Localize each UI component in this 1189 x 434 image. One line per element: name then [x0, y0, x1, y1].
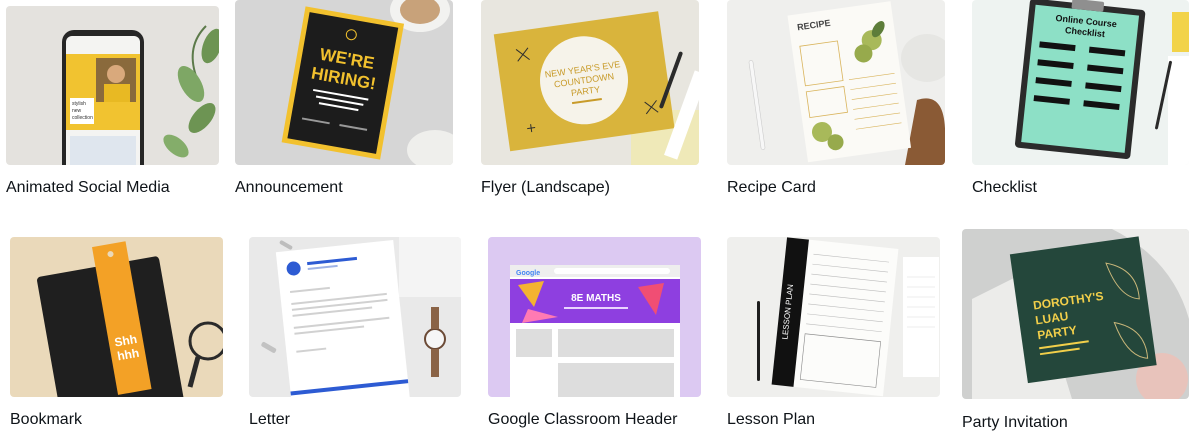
template-label-party-invitation[interactable]: Party Invitation [962, 413, 1068, 433]
template-thumbnail-recipe-card[interactable]: RECIPE [727, 0, 945, 165]
template-thumbnail-announcement[interactable]: WE'RE HIRING! [235, 0, 453, 165]
phone-text-2: new [72, 108, 82, 114]
template-card-bookmark[interactable]: Shh hhh Bookmark [10, 237, 223, 428]
template-label-flyer-landscape[interactable]: Flyer (Landscape) [481, 178, 610, 198]
template-thumbnail-checklist[interactable]: Online Course Checklist [972, 0, 1189, 165]
template-card-announcement[interactable]: WE'RE HIRING! Announcement [235, 0, 453, 196]
browser-brand: Google [516, 270, 540, 277]
template-label-checklist[interactable]: Checklist [972, 178, 1037, 198]
phone-text-1: stylish [72, 101, 86, 107]
template-label-recipe-card[interactable]: Recipe Card [727, 178, 816, 198]
template-card-flyer-landscape[interactable]: NEW YEAR'S EVE COUNTDOWN PARTY Flyer (La… [481, 0, 699, 196]
template-thumbnail-letter[interactable] [249, 237, 461, 397]
banner-title: 8E MATHS [571, 293, 621, 304]
template-card-google-classroom-header[interactable]: Google 8E MATHS Google Classroom Header [488, 237, 701, 428]
template-card-lesson-plan[interactable]: LESSON PLAN Lesson Plan [727, 237, 940, 428]
template-card-letter[interactable]: Letter [249, 237, 461, 428]
template-card-checklist[interactable]: Online Course Checklist Checklist [972, 0, 1189, 196]
template-label-announcement[interactable]: Announcement [235, 178, 343, 198]
template-card-animated-social-media[interactable]: stylish new collection Animated Social M… [6, 6, 219, 196]
template-label-google-classroom-header[interactable]: Google Classroom Header [488, 410, 677, 430]
phone-text-3: collection [72, 115, 93, 121]
template-thumbnail-flyer-landscape[interactable]: NEW YEAR'S EVE COUNTDOWN PARTY [481, 0, 699, 165]
template-thumbnail-lesson-plan[interactable]: LESSON PLAN [727, 237, 940, 397]
template-thumbnail-google-classroom-header[interactable]: Google 8E MATHS [488, 237, 701, 397]
template-label-letter[interactable]: Letter [249, 410, 290, 430]
template-thumbnail-animated-social-media[interactable]: stylish new collection [6, 6, 219, 165]
template-label-bookmark[interactable]: Bookmark [10, 410, 82, 430]
template-label-lesson-plan[interactable]: Lesson Plan [727, 410, 815, 430]
template-thumbnail-party-invitation[interactable]: DOROTHY'S LUAU PARTY [962, 229, 1189, 399]
template-card-recipe-card[interactable]: RECIPE Recipe Card [727, 0, 945, 196]
template-card-party-invitation[interactable]: DOROTHY'S LUAU PARTY Party Invitation [962, 229, 1189, 431]
template-label-animated-social-media[interactable]: Animated Social Media [6, 178, 170, 198]
template-thumbnail-bookmark[interactable]: Shh hhh [10, 237, 223, 397]
